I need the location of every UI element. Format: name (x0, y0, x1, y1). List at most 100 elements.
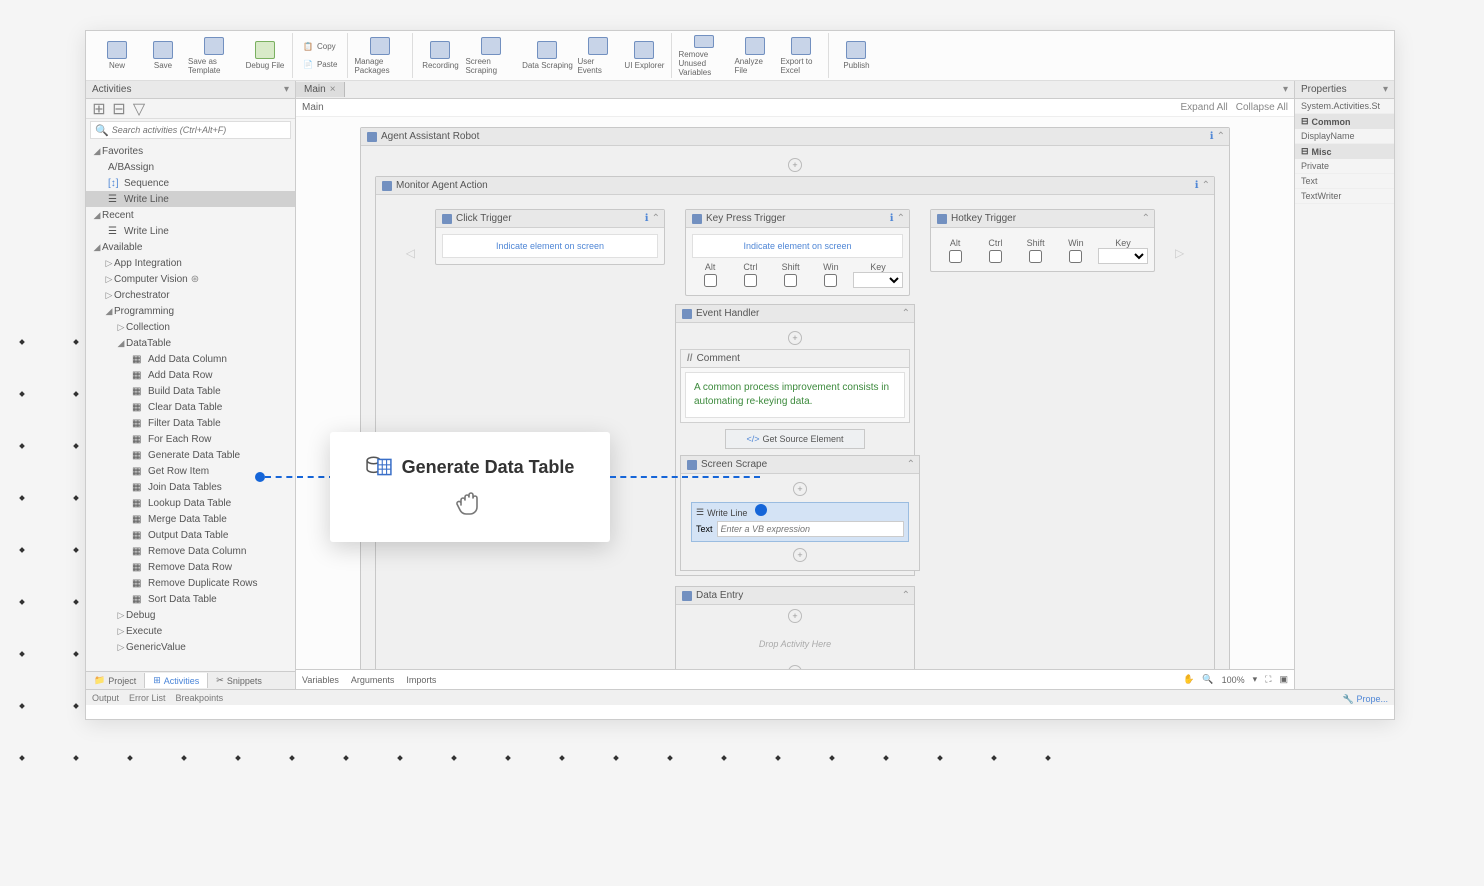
paste-button[interactable]: 📄 Paste (299, 56, 341, 74)
click-trigger-activity[interactable]: Click Triggerℹ⌃ Indicate element on scre… (435, 209, 665, 265)
indicate-element-link[interactable]: Indicate element on screen (692, 234, 903, 258)
tree-item-for-each-row[interactable]: ▦For Each Row (86, 431, 295, 447)
tree-item-orchestrator[interactable]: ▷Orchestrator (86, 287, 295, 303)
user-events-button[interactable]: User Events (577, 35, 619, 77)
tree-item-debug[interactable]: ▷Debug (86, 607, 295, 623)
tree-item-writeline-fav[interactable]: ☰Write Line (86, 191, 295, 207)
tree-item-computer-vision[interactable]: ▷Computer Vision ⊛ (86, 271, 295, 287)
collapse-icon[interactable]: ⌃ (902, 590, 910, 601)
copy-button[interactable]: 📋 Copy (299, 38, 341, 56)
fit-screen-icon[interactable]: ⛶ (1265, 674, 1271, 685)
expand-all-button[interactable]: Expand All (1180, 102, 1227, 113)
add-activity-button[interactable]: + (788, 158, 802, 172)
win-checkbox[interactable] (824, 274, 837, 287)
tree-item-join-data-tables[interactable]: ▦Join Data Tables (86, 479, 295, 495)
props-common-section[interactable]: ⊟Common (1295, 114, 1394, 129)
tree-item-generate-data-table[interactable]: ▦Generate Data Table (86, 447, 295, 463)
tree-item-remove-data-column[interactable]: ▦Remove Data Column (86, 543, 295, 559)
tree-item-collection[interactable]: ▷Collection (86, 319, 295, 335)
package2-icon[interactable]: ⊟ (112, 102, 126, 116)
output-tab[interactable]: Output (92, 693, 119, 703)
shift-checkbox[interactable] (784, 274, 797, 287)
tab-project[interactable]: 📁 Project (86, 673, 144, 688)
tree-item-sort-data-table[interactable]: ▦Sort Data Table (86, 591, 295, 607)
breadcrumb[interactable]: Main (302, 102, 324, 113)
imports-tab[interactable]: Imports (406, 675, 436, 685)
collapse-all-button[interactable]: Collapse All (1236, 102, 1288, 113)
prop-textwriter[interactable]: TextWriter (1295, 189, 1394, 204)
tree-item-execute[interactable]: ▷Execute (86, 623, 295, 639)
close-tab-icon[interactable]: × (330, 84, 336, 95)
prop-text[interactable]: Text (1295, 174, 1394, 189)
package-icon[interactable]: ⊞ (92, 102, 106, 116)
monitor-agent-container[interactable]: Monitor Agent Actionℹ⌃ ◁ Click Triggerℹ⌃… (375, 176, 1215, 669)
tree-item-add-data-row[interactable]: ▦Add Data Row (86, 367, 295, 383)
win-checkbox[interactable] (1069, 250, 1082, 263)
next-trigger-icon[interactable]: ▷ (1175, 246, 1184, 260)
key-select[interactable] (1098, 248, 1148, 264)
workflow-canvas[interactable]: Agent Assistant Robotℹ⌃ + Monitor Agent … (296, 117, 1294, 669)
search-activities-box[interactable]: 🔍 (90, 121, 291, 139)
tab-activities[interactable]: ⊞ Activities (144, 673, 208, 688)
collapse-icon[interactable]: ⌃ (652, 213, 660, 224)
write-line-activity[interactable]: ☰Write Line Text (691, 502, 909, 542)
props-misc-section[interactable]: ⊟Misc (1295, 144, 1394, 159)
add-activity-button[interactable]: + (788, 331, 802, 345)
data-scraping-button[interactable]: Data Scraping (521, 35, 573, 77)
error-list-tab[interactable]: Error List (129, 693, 166, 703)
info-icon[interactable]: ℹ (1195, 180, 1199, 191)
alt-checkbox[interactable] (949, 250, 962, 263)
tree-item-remove-data-row[interactable]: ▦Remove Data Row (86, 559, 295, 575)
tree-section-recent[interactable]: ◢Recent (86, 207, 295, 223)
prop-displayname[interactable]: DisplayName (1295, 129, 1394, 144)
tree-item-build-data-table[interactable]: ▦Build Data Table (86, 383, 295, 399)
key-select[interactable] (853, 272, 903, 288)
tree-item-programming[interactable]: ◢Programming (86, 303, 295, 319)
tree-item-clear-data-table[interactable]: ▦Clear Data Table (86, 399, 295, 415)
zoom-dropdown-icon[interactable]: ▾ (1253, 674, 1258, 685)
tree-item-output-data-table[interactable]: ▦Output Data Table (86, 527, 295, 543)
properties-footer-link[interactable]: 🔧 Prope... (1343, 694, 1388, 705)
tree-item-writeline-recent[interactable]: ☰Write Line (86, 223, 295, 239)
hotkey-trigger-activity[interactable]: Hotkey Trigger⌃ Alt Ctrl Shift Win Key (930, 209, 1155, 272)
remove-unused-button[interactable]: Remove Unused Variables (678, 35, 730, 77)
alt-checkbox[interactable] (704, 274, 717, 287)
pan-icon[interactable]: ✋ (1183, 674, 1194, 685)
panel-dropdown-icon[interactable]: ▾ (1277, 84, 1294, 95)
ui-explorer-button[interactable]: UI Explorer (623, 35, 665, 77)
info-icon[interactable]: ℹ (645, 213, 649, 224)
search-icon[interactable]: 🔍 (1202, 674, 1213, 685)
shift-checkbox[interactable] (1029, 250, 1042, 263)
recording-button[interactable]: Recording (419, 35, 461, 77)
tree-item-sequence[interactable]: [↕]Sequence (86, 175, 295, 191)
tree-item-merge-data-table[interactable]: ▦Merge Data Table (86, 511, 295, 527)
variables-tab[interactable]: Variables (302, 675, 339, 685)
analyze-file-button[interactable]: Analyze File (734, 35, 776, 77)
agent-assistant-container[interactable]: Agent Assistant Robotℹ⌃ + Monitor Agent … (360, 127, 1230, 669)
save-button[interactable]: Save (142, 35, 184, 77)
arguments-tab[interactable]: Arguments (351, 675, 395, 685)
indicate-element-link[interactable]: Indicate element on screen (442, 234, 658, 258)
add-activity-button[interactable]: + (793, 548, 807, 562)
manage-packages-button[interactable]: Manage Packages (354, 35, 406, 77)
tree-item-app-integration[interactable]: ▷App Integration (86, 255, 295, 271)
tree-item-genericvalue[interactable]: ▷GenericValue (86, 639, 295, 655)
tree-item-datatable[interactable]: ◢DataTable (86, 335, 295, 351)
add-activity-button[interactable]: + (788, 665, 802, 669)
tree-item-lookup-data-table[interactable]: ▦Lookup Data Table (86, 495, 295, 511)
vb-expression-input[interactable] (717, 521, 904, 537)
overview-icon[interactable]: ▣ (1279, 674, 1288, 685)
save-as-template-button[interactable]: Save as Template (188, 35, 240, 77)
collapse-icon[interactable]: ⌃ (1217, 131, 1225, 142)
collapse-icon[interactable]: ⌃ (1142, 213, 1150, 224)
screen-scraping-button[interactable]: Screen Scraping (465, 35, 517, 77)
add-activity-button[interactable]: + (793, 482, 807, 496)
export-excel-button[interactable]: Export to Excel (780, 35, 822, 77)
keypress-trigger-activity[interactable]: Key Press Triggerℹ⌃ Indicate element on … (685, 209, 910, 296)
event-handler-activity[interactable]: Event Handler⌃ + //Comment A common proc… (675, 304, 915, 576)
panel-dropdown-icon[interactable]: ▾ (1383, 84, 1388, 95)
collapse-icon[interactable]: ⌃ (907, 459, 915, 470)
tree-item-remove-duplicate-rows[interactable]: ▦Remove Duplicate Rows (86, 575, 295, 591)
panel-dropdown-icon[interactable]: ▾ (284, 84, 289, 95)
ctrl-checkbox[interactable] (989, 250, 1002, 263)
